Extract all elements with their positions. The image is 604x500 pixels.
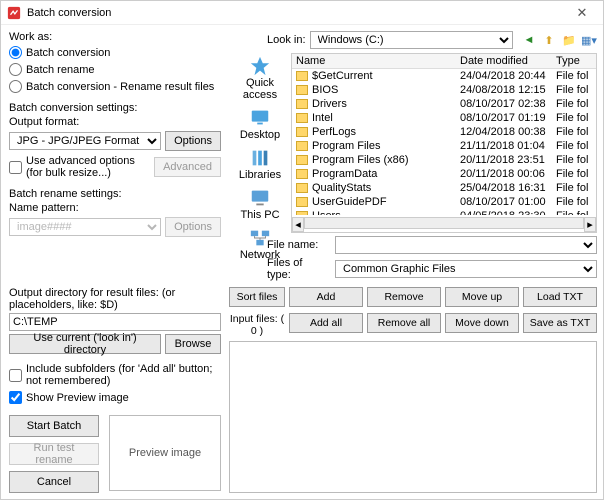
radio-batch-conversion-rename[interactable]: Batch conversion - Rename result files [9,79,221,94]
close-icon[interactable]: ✕ [567,5,597,21]
col-date[interactable]: Date modified [456,54,552,68]
use-current-dir-button[interactable]: Use current ('look in') directory [9,334,161,354]
preview-image-area: Preview image [109,415,221,491]
col-name[interactable]: Name [292,54,456,68]
folder-icon [296,85,308,95]
table-row[interactable]: $GetCurrent24/04/2018 20:44File fol [292,69,596,83]
app-icon [7,6,21,20]
folder-icon [296,141,308,151]
look-in-select[interactable]: Windows (C:) [310,31,513,49]
folder-icon [296,183,308,193]
view-menu-icon[interactable]: ▦▾ [581,32,597,48]
folder-icon [296,211,308,215]
table-row[interactable]: UserGuidePDF08/10/2017 01:00File fol [292,195,596,209]
place-libraries[interactable]: Libraries [232,145,288,183]
folder-icon [296,155,308,165]
file-name-input[interactable] [335,236,597,254]
input-files-queue[interactable] [229,341,597,493]
options-button[interactable]: Options [165,131,221,151]
browse-button[interactable]: Browse [165,334,221,354]
place-this-pc[interactable]: This PC [232,185,288,223]
run-test-rename-button: Run test rename [9,443,99,465]
back-icon[interactable]: ◄ [521,32,537,48]
add-button[interactable]: Add [289,287,363,307]
window-title: Batch conversion [27,7,567,19]
table-row[interactable]: BIOS24/08/2018 12:15File fol [292,83,596,97]
new-folder-icon[interactable]: 📁 [561,32,577,48]
folder-icon [296,127,308,137]
remove-button[interactable]: Remove [367,287,441,307]
work-as-label: Work as: [9,31,221,43]
save-as-txt-button[interactable]: Save as TXT [523,313,597,333]
name-pattern-select: image#### [9,218,161,236]
output-dir-label: Output directory for result files: (or p… [9,287,221,311]
batch-rename-settings-label: Batch rename settings: [9,188,221,200]
places-bar: Quick access Desktop Libraries This PC N… [229,53,291,233]
move-up-button[interactable]: Move up [445,287,519,307]
load-txt-button[interactable]: Load TXT [523,287,597,307]
table-row[interactable]: ProgramData20/11/2018 00:06File fol [292,167,596,181]
input-files-label: Input files: ( 0 ) [229,313,285,337]
add-all-button[interactable]: Add all [289,313,363,333]
include-subfolders-check[interactable]: Include subfolders (for 'Add all' button… [9,362,221,388]
table-row[interactable]: Users04/05/2018 23:30File fol [292,209,596,215]
file-list[interactable]: Name Date modified Type $GetCurrent24/04… [291,53,597,233]
col-type[interactable]: Type [552,54,596,68]
remove-all-button[interactable]: Remove all [367,313,441,333]
folder-icon [296,71,308,81]
place-quick-access[interactable]: Quick access [232,53,288,103]
sort-files-button[interactable]: Sort files [229,287,285,307]
h-scrollbar[interactable]: ◂▸ [292,217,596,232]
output-format-label: Output format: [9,116,221,128]
file-list-header[interactable]: Name Date modified Type [292,54,596,69]
name-pattern-label: Name pattern: [9,202,221,214]
table-row[interactable]: Program Files21/11/2018 01:04File fol [292,139,596,153]
up-icon[interactable]: ⬆ [541,32,557,48]
table-row[interactable]: PerfLogs12/04/2018 00:38File fol [292,125,596,139]
look-in-label: Look in: [267,34,306,46]
show-preview-check[interactable]: Show Preview image [9,390,221,405]
files-of-type-select[interactable]: Common Graphic Files [335,260,597,278]
advanced-button: Advanced [154,157,221,177]
folder-icon [296,169,308,179]
left-panel: Work as: Batch conversion Batch rename B… [1,25,229,499]
place-desktop[interactable]: Desktop [232,105,288,143]
folder-icon [296,197,308,207]
radio-batch-rename[interactable]: Batch rename [9,62,221,77]
batch-conv-settings-label: Batch conversion settings: [9,102,221,114]
table-row[interactable]: QualityStats25/04/2018 16:31File fol [292,181,596,195]
start-batch-button[interactable]: Start Batch [9,415,99,437]
output-dir-input[interactable] [9,313,221,331]
move-down-button[interactable]: Move down [445,313,519,333]
table-row[interactable]: Drivers08/10/2017 02:38File fol [292,97,596,111]
files-of-type-label: Files of type: [267,257,329,281]
output-format-select[interactable]: JPG - JPG/JPEG Format [9,132,161,150]
rename-options-button: Options [165,217,221,237]
advanced-options-check[interactable]: Use advanced options (for bulk resize...… [9,154,150,180]
right-panel: Look in: Windows (C:) ◄ ⬆ 📁 ▦▾ Quick acc… [229,25,603,499]
folder-icon [296,99,308,109]
folder-icon [296,113,308,123]
titlebar: Batch conversion ✕ [1,1,603,25]
cancel-button[interactable]: Cancel [9,471,99,493]
table-row[interactable]: Intel08/10/2017 01:19File fol [292,111,596,125]
file-name-label: File name: [267,239,329,251]
radio-batch-conversion[interactable]: Batch conversion [9,45,221,60]
table-row[interactable]: Program Files (x86)20/11/2018 23:51File … [292,153,596,167]
